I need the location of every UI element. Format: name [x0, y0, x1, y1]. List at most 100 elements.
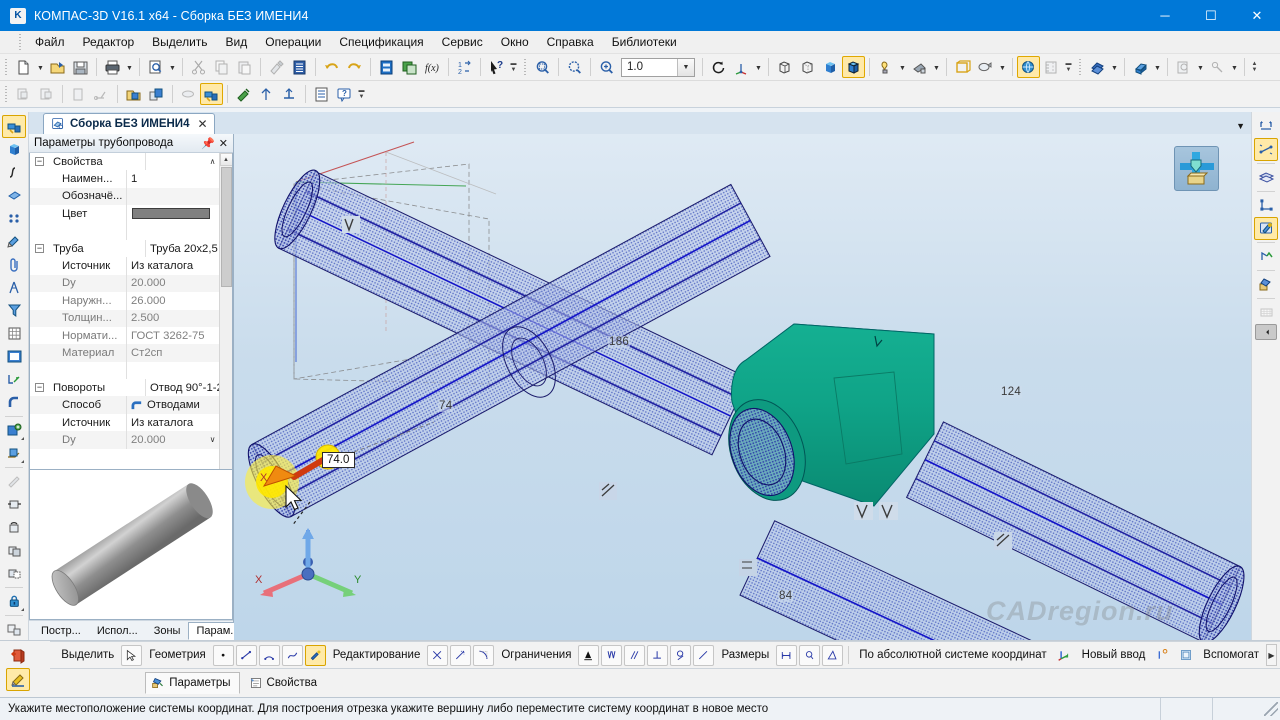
menu-specification[interactable]: Спецификация	[330, 32, 432, 52]
property-row-material[interactable]: Материал Ст2сп	[30, 344, 219, 362]
library-button[interactable]	[1172, 56, 1195, 78]
property-value[interactable]: Из каталога	[126, 413, 219, 432]
edit-in-place-button[interactable]	[2, 470, 26, 493]
new-input-label[interactable]: Новый ввод	[1077, 649, 1151, 661]
component-axis-button[interactable]	[90, 83, 113, 105]
cancel-object-button[interactable]	[6, 668, 30, 691]
coordinate-system-icon[interactable]	[1054, 645, 1075, 666]
bend-pipe-button[interactable]	[2, 391, 26, 414]
property-row-tolshchina[interactable]: Толщин... 2.500	[30, 309, 219, 327]
edit-sketch-button[interactable]	[1254, 217, 1278, 240]
zoom-level-combo[interactable]: 1.0 ▼	[621, 57, 695, 77]
tangent-button[interactable]	[670, 644, 692, 666]
arrow-select-icon[interactable]	[121, 644, 143, 666]
menu-help[interactable]: Справка	[538, 32, 603, 52]
hide-component-button[interactable]	[2, 618, 26, 641]
points-array-button[interactable]	[2, 207, 26, 230]
layout-window-button[interactable]	[2, 345, 26, 368]
extrude-solid-button[interactable]	[1129, 56, 1152, 78]
shaded-edges-view-button[interactable]	[842, 56, 865, 78]
property-row-dy-povorot[interactable]: Dy 20.000 ∨	[30, 431, 219, 449]
maximize-button[interactable]: ☐	[1188, 0, 1234, 31]
color-swatch[interactable]	[132, 208, 210, 220]
dimension-label-186[interactable]: 186	[608, 336, 631, 348]
fix-component-button[interactable]	[2, 590, 26, 613]
print-button[interactable]	[101, 56, 124, 78]
assembly-toolbar-grip[interactable]	[1077, 57, 1084, 77]
component-stack-button[interactable]	[1086, 56, 1109, 78]
object-visibility-button[interactable]	[1017, 56, 1040, 78]
tab-ispolnenie[interactable]: Испол...	[89, 622, 146, 640]
dimension-tool-button[interactable]	[1254, 115, 1278, 138]
extend-tool-button[interactable]	[450, 644, 472, 666]
perpendicular-button[interactable]	[647, 644, 669, 666]
axis-compass-button[interactable]	[2, 276, 26, 299]
mate-coincide-button[interactable]	[232, 83, 255, 105]
toolbar-overflow-4[interactable]: ▬ ▼	[356, 83, 367, 105]
print-preview-button[interactable]	[144, 56, 167, 78]
tab-zony[interactable]: Зоны	[146, 622, 189, 640]
property-row-color[interactable]: Цвет	[30, 205, 219, 223]
view-toolbar-grip[interactable]	[522, 57, 529, 77]
create-object-button[interactable]	[6, 644, 30, 667]
group-expander-icon[interactable]: −	[35, 244, 44, 254]
array-grid-button[interactable]	[2, 322, 26, 345]
property-value[interactable]: Труба 20x2,5 ...	[145, 239, 219, 258]
spline-curve-button[interactable]	[2, 161, 26, 184]
tab-postroenie[interactable]: Постр...	[33, 622, 89, 640]
dimensions-label[interactable]: Размеры	[716, 649, 774, 661]
menu-libraries[interactable]: Библиотеки	[603, 32, 686, 52]
collapse-panel-button[interactable]	[1255, 324, 1277, 340]
object-copy-button[interactable]	[1254, 273, 1278, 296]
geometry-label[interactable]: Геометрия	[144, 649, 210, 661]
tab-properties[interactable]: Свойства	[243, 672, 327, 694]
pipe-route-button[interactable]	[177, 83, 200, 105]
zoom-window-button[interactable]	[531, 56, 554, 78]
rotate-component-button[interactable]	[2, 516, 26, 539]
group-expander-icon[interactable]: −	[35, 157, 44, 167]
component-stack-dropdown[interactable]: ▼	[1109, 56, 1120, 78]
point-tool-button[interactable]	[212, 644, 234, 666]
pin-icon[interactable]: 📌	[201, 137, 215, 150]
move-component-button[interactable]	[2, 493, 26, 516]
spec-object-button[interactable]	[310, 83, 333, 105]
close-icon[interactable]: ✕	[219, 137, 228, 150]
layers-stack-button[interactable]	[1254, 166, 1278, 189]
toolbar-overflow-2[interactable]: ▬ ▼	[1063, 56, 1074, 78]
menu-window[interactable]: Окно	[492, 32, 538, 52]
zoom-level-dropdown-icon[interactable]: ▼	[677, 58, 694, 76]
menu-grip[interactable]	[17, 32, 24, 52]
mate-constraint-button[interactable]	[1206, 56, 1229, 78]
menu-editor[interactable]: Редактор	[74, 32, 144, 52]
parallel-lines-button[interactable]	[624, 644, 646, 666]
pipeline-button[interactable]	[200, 83, 223, 105]
assembly-grip[interactable]	[3, 84, 10, 104]
hide-objects-dropdown[interactable]: ▼	[997, 56, 1008, 78]
dimension-label-84[interactable]: 84	[778, 590, 794, 602]
collinear-button[interactable]	[693, 644, 715, 666]
property-row-istochnik-truba[interactable]: Источник Из каталога	[30, 257, 219, 275]
property-group-truba[interactable]: − Труба Труба 20x2,5 ...	[30, 239, 219, 258]
place-component-button[interactable]	[2, 442, 26, 465]
close-button[interactable]: ✕	[1234, 0, 1280, 31]
add-component-from-file-button[interactable]	[12, 83, 35, 105]
scrollbar-thumb[interactable]	[220, 167, 232, 287]
toolbar-overflow-3[interactable]: ▲ ▼	[1249, 56, 1260, 78]
collision-check-button[interactable]	[2, 562, 26, 585]
orientation-dropdown[interactable]: ▼	[753, 56, 764, 78]
group-expander-icon[interactable]: −	[35, 383, 44, 393]
property-group-svoystva[interactable]: − Свойства ∧	[30, 153, 219, 171]
3d-viewport[interactable]: 186 74 124 84 74.0 X X Y CADregion.ru	[234, 134, 1251, 640]
hidden-lines-view-button[interactable]	[796, 56, 819, 78]
check-geometry-button[interactable]	[1254, 245, 1278, 268]
spec-table-button[interactable]	[1254, 301, 1278, 324]
property-value[interactable]: Отвод 90°-1-2...	[145, 379, 219, 397]
undo-button[interactable]	[320, 56, 343, 78]
dimension-label-124[interactable]: 124	[1000, 386, 1023, 398]
property-row-normativ[interactable]: Нормати... ГОСТ 3262-75	[30, 326, 219, 345]
trim-tool-button[interactable]	[427, 644, 449, 666]
copy-transform-button[interactable]	[2, 539, 26, 562]
dimension-label-74[interactable]: 74	[438, 400, 454, 412]
open-document-button[interactable]	[46, 56, 69, 78]
document-tab-dropdown-icon[interactable]: ▼	[1236, 121, 1245, 131]
